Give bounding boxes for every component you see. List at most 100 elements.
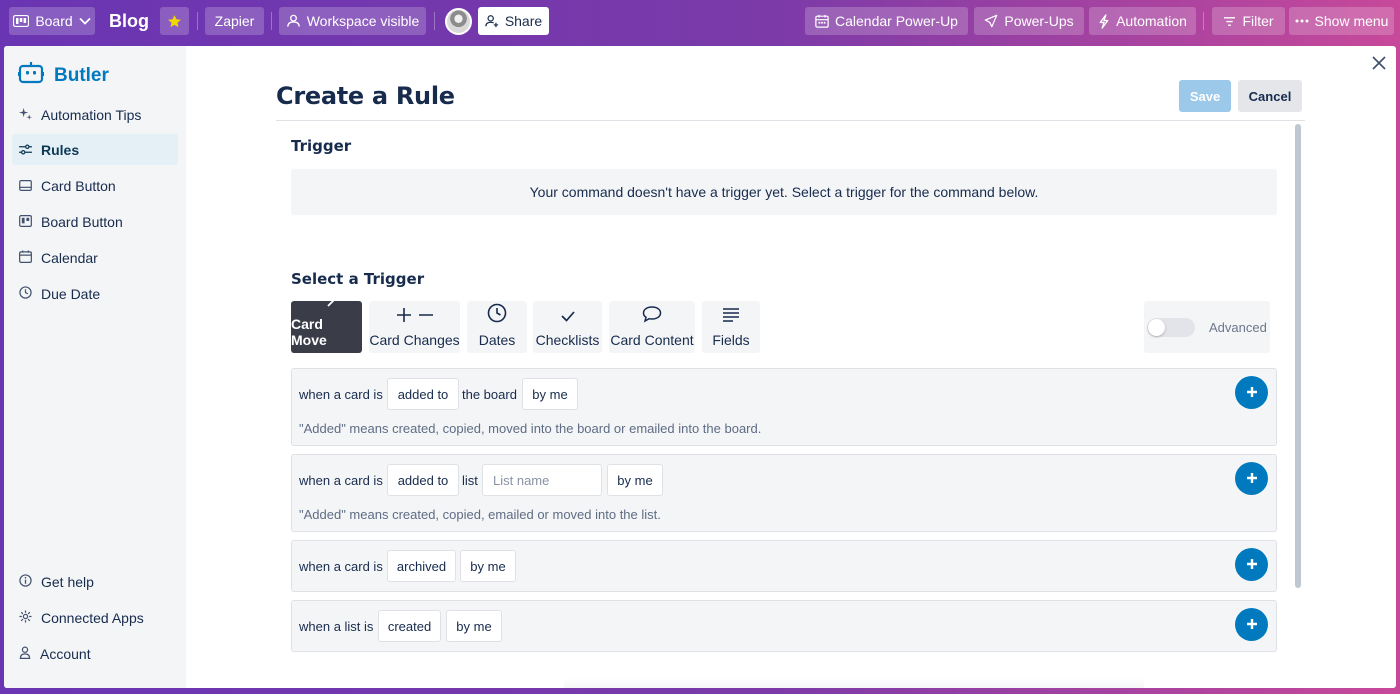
sidebar-item-due-date[interactable]: Due Date: [12, 278, 178, 309]
avatar[interactable]: [445, 8, 472, 35]
gear-icon: [19, 609, 32, 626]
sidebar-item-label: Automation Tips: [41, 106, 142, 123]
calendar-powerup-button[interactable]: Calendar Power-Up: [805, 7, 968, 35]
chevron-down-icon: [79, 17, 91, 25]
close-icon[interactable]: [1370, 54, 1388, 72]
sidebar-item-label: Calendar: [41, 249, 98, 266]
actor-select[interactable]: by me: [522, 378, 578, 410]
sidebar-item-board-button[interactable]: Board Button: [12, 206, 178, 237]
tab-dates[interactable]: Dates: [467, 301, 527, 353]
butler-title: Butler: [54, 65, 109, 86]
tab-fields[interactable]: Fields: [702, 301, 760, 353]
sidebar-item-calendar[interactable]: Calendar: [12, 242, 178, 273]
board-icon: [13, 15, 30, 27]
robot-icon: [16, 62, 46, 90]
rule-prefix: when a list is: [299, 619, 374, 634]
tab-card-move[interactable]: Card Move: [291, 291, 362, 353]
sidebar-item-get-help[interactable]: Get help: [12, 566, 178, 597]
plus-icon: [1246, 471, 1258, 487]
show-menu-button[interactable]: Show menu: [1289, 7, 1394, 35]
board-view-label: Board: [35, 13, 73, 29]
sidebar-item-label: Rules: [41, 141, 80, 158]
sidebar-item-label: Due Date: [41, 285, 101, 302]
save-button[interactable]: Save: [1179, 80, 1231, 112]
tab-checklists[interactable]: Checklists: [533, 301, 602, 353]
actor-select[interactable]: by me: [460, 550, 516, 582]
zapier-label: Zapier: [214, 13, 255, 29]
plus-icon: [1246, 617, 1258, 633]
add-trigger-button[interactable]: [1235, 608, 1268, 641]
advanced-label: Advanced: [1209, 320, 1267, 335]
calendar-icon: [19, 249, 32, 266]
powerups-label: Power-Ups: [1004, 13, 1074, 29]
comment-icon: [642, 305, 662, 326]
powerups-button[interactable]: Power-Ups: [974, 7, 1084, 35]
cancel-button[interactable]: Cancel: [1238, 80, 1302, 112]
checkmark-icon: [560, 309, 576, 326]
divider: [1203, 12, 1204, 30]
actor-select[interactable]: by me: [607, 464, 663, 496]
action-select[interactable]: created: [378, 610, 441, 642]
sidebar-item-automation-tips[interactable]: Automation Tips: [12, 99, 178, 130]
rule-middle: list: [462, 473, 478, 488]
action-select[interactable]: added to: [387, 378, 459, 410]
butler-brand: Butler: [16, 62, 109, 90]
info-icon: [19, 573, 32, 590]
divider: [276, 120, 1305, 121]
add-trigger-button[interactable]: [1235, 548, 1268, 581]
workspace-visible-button[interactable]: Workspace visible: [279, 7, 426, 35]
board-header: Board Blog Zapier Workspace visible Shar…: [0, 0, 1400, 42]
ellipsis-icon: [1295, 19, 1309, 23]
sidebar-item-rules[interactable]: Rules: [12, 134, 178, 165]
automation-button[interactable]: Automation: [1089, 7, 1196, 35]
filter-icon: [1223, 16, 1236, 27]
sidebar-item-label: Board Button: [41, 213, 123, 230]
card-icon: [19, 178, 32, 194]
add-trigger-button[interactable]: [1235, 376, 1268, 409]
action-select[interactable]: added to: [387, 464, 459, 496]
scrollbar-thumb[interactable]: [1295, 124, 1301, 588]
sidebar-item-label: Connected Apps: [41, 609, 144, 626]
show-menu-label: Show menu: [1314, 13, 1389, 29]
list-name-input[interactable]: List name: [482, 464, 602, 496]
zapier-button[interactable]: Zapier: [205, 7, 264, 35]
tab-card-changes[interactable]: Card Changes: [369, 301, 460, 353]
board-icon: [19, 214, 32, 230]
sidebar-item-account[interactable]: Account: [12, 638, 178, 669]
tab-label: Card Changes: [369, 332, 460, 348]
toggle-knob[interactable]: [1148, 319, 1165, 336]
automation-label: Automation: [1116, 13, 1187, 29]
butler-panel: Butler Automation Tips Rules Card Button…: [4, 46, 1396, 688]
star-icon: [167, 14, 182, 29]
lightning-icon: [1098, 13, 1110, 29]
share-button[interactable]: Share: [478, 7, 549, 35]
select-trigger-heading: Select a Trigger: [291, 270, 425, 288]
page-title: Create a Rule: [276, 82, 455, 110]
sidebar-item-label: Account: [40, 645, 91, 662]
rule-prefix: when a card is: [299, 473, 383, 488]
board-title[interactable]: Blog: [109, 8, 149, 34]
workspace-visible-label: Workspace visible: [306, 13, 420, 29]
arrow-right-icon: [317, 291, 337, 310]
rule-prefix: when a card is: [299, 559, 383, 574]
plus-icon: [1246, 557, 1258, 573]
tab-card-content[interactable]: Card Content: [609, 301, 695, 353]
actor-select[interactable]: by me: [446, 610, 502, 642]
people-icon: [286, 14, 301, 28]
calendar-powerup-label: Calendar Power-Up: [835, 13, 958, 29]
lines-icon: [722, 307, 740, 326]
add-trigger-button[interactable]: [1235, 462, 1268, 495]
person-icon: [19, 646, 31, 662]
tab-label: Dates: [478, 332, 516, 348]
star-button[interactable]: [160, 7, 189, 35]
sidebar-item-connected-apps[interactable]: Connected Apps: [12, 602, 178, 633]
sidebar-item-card-button[interactable]: Card Button: [12, 170, 178, 201]
action-select[interactable]: archived: [387, 550, 456, 582]
board-view-switcher[interactable]: Board: [9, 7, 95, 35]
tab-label: Card Content: [610, 332, 694, 348]
sidebar-item-label: Get help: [41, 573, 94, 590]
scroll-fade: [564, 678, 1144, 688]
rule-middle: the board: [462, 387, 517, 402]
clock-icon: [487, 303, 507, 326]
filter-button[interactable]: Filter: [1212, 7, 1285, 35]
